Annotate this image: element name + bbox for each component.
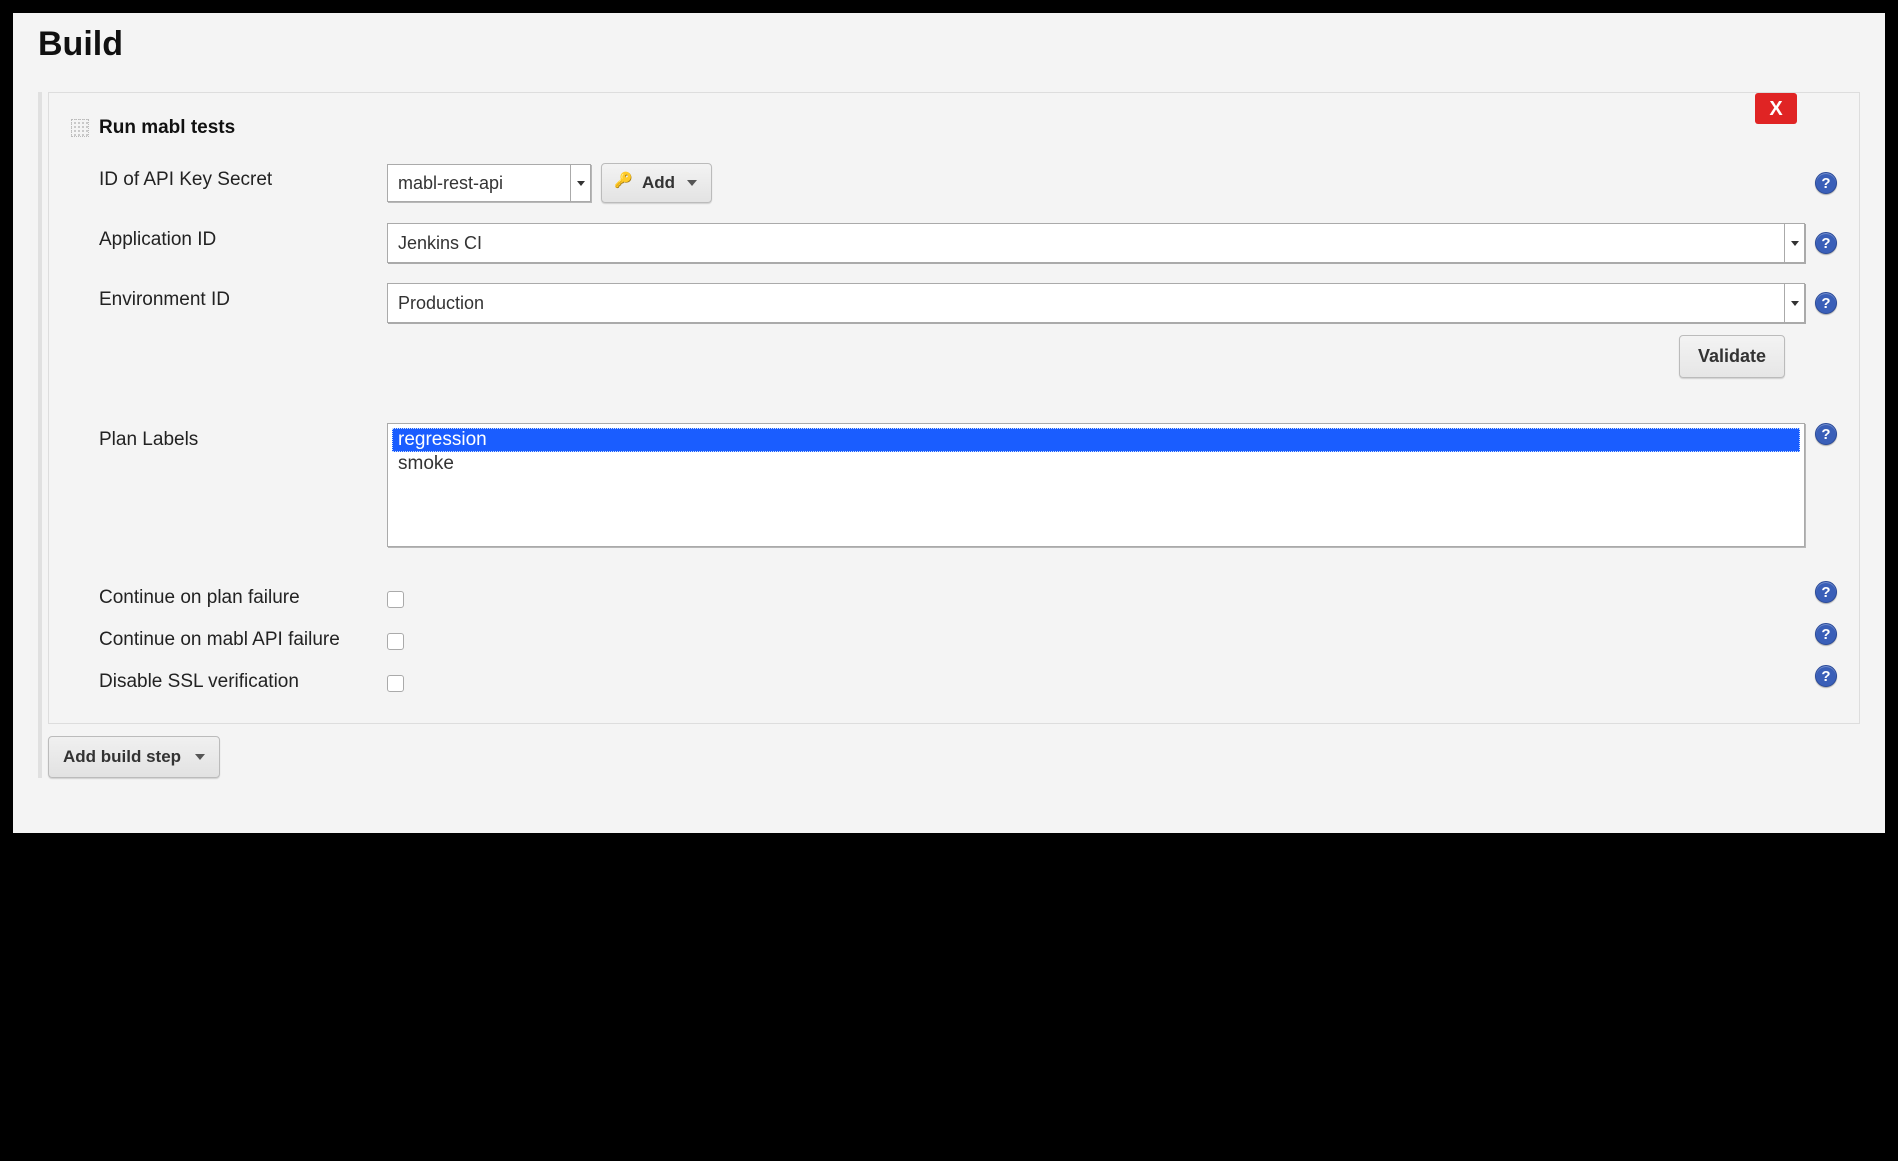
section-title: Build — [38, 25, 1860, 64]
add-credentials-button[interactable]: Add — [601, 163, 712, 203]
chevron-down-icon — [195, 754, 205, 760]
row-application-id: Application ID Jenkins CI ? — [71, 223, 1837, 263]
help-icon[interactable]: ? — [1815, 665, 1837, 687]
row-api-key: ID of API Key Secret mabl-rest-api Add ? — [71, 163, 1837, 203]
chevron-down-icon — [570, 165, 590, 201]
build-config-page: Build X Run mabl tests ID of API Key Sec… — [13, 13, 1885, 833]
chevron-down-icon — [687, 180, 697, 186]
continue-api-failure-checkbox[interactable] — [387, 633, 404, 650]
key-icon — [616, 177, 634, 189]
label-disable-ssl: Disable SSL verification — [99, 665, 387, 693]
help-icon[interactable]: ? — [1815, 423, 1837, 445]
api-key-value: mabl-rest-api — [398, 173, 503, 194]
listbox-option-smoke[interactable]: smoke — [392, 452, 1800, 476]
environment-id-value: Production — [398, 293, 484, 314]
disable-ssl-checkbox[interactable] — [387, 675, 404, 692]
label-api-key: ID of API Key Secret — [99, 163, 387, 191]
continue-plan-failure-checkbox[interactable] — [387, 591, 404, 608]
step-title: Run mabl tests — [99, 117, 235, 139]
close-step-button[interactable]: X — [1755, 93, 1797, 124]
config-area: X Run mabl tests ID of API Key Secret ma… — [38, 92, 1860, 778]
help-icon[interactable]: ? — [1815, 232, 1837, 254]
step-header: Run mabl tests — [71, 117, 1837, 139]
row-plan-labels: Plan Labels regression smoke ? — [71, 423, 1837, 547]
add-build-step-label: Add build step — [63, 747, 181, 767]
row-continue-api-failure: Continue on mabl API failure ? — [71, 623, 1837, 651]
help-icon[interactable]: ? — [1815, 292, 1837, 314]
add-credentials-label: Add — [642, 173, 675, 193]
label-environment-id: Environment ID — [99, 283, 387, 311]
build-step-box: X Run mabl tests ID of API Key Secret ma… — [48, 92, 1860, 724]
plan-labels-listbox[interactable]: regression smoke — [387, 423, 1805, 547]
label-plan-labels: Plan Labels — [99, 423, 387, 451]
help-icon[interactable]: ? — [1815, 623, 1837, 645]
environment-id-select[interactable]: Production — [387, 283, 1805, 323]
label-application-id: Application ID — [99, 223, 387, 251]
api-key-select[interactable]: mabl-rest-api — [387, 164, 591, 202]
row-environment-id: Environment ID Production ? — [71, 283, 1837, 323]
drag-handle-icon[interactable] — [71, 119, 89, 137]
label-continue-api-failure: Continue on mabl API failure — [99, 623, 387, 651]
add-build-step-button[interactable]: Add build step — [48, 736, 220, 778]
row-continue-plan-failure: Continue on plan failure ? — [71, 581, 1837, 609]
listbox-option-regression[interactable]: regression — [392, 428, 1800, 452]
validate-button[interactable]: Validate — [1679, 335, 1785, 378]
help-icon[interactable]: ? — [1815, 172, 1837, 194]
application-id-value: Jenkins CI — [398, 233, 482, 254]
application-id-select[interactable]: Jenkins CI — [387, 223, 1805, 263]
row-disable-ssl: Disable SSL verification ? — [71, 665, 1837, 693]
chevron-down-icon — [1784, 284, 1804, 322]
help-icon[interactable]: ? — [1815, 581, 1837, 603]
label-continue-plan-failure: Continue on plan failure — [99, 581, 387, 609]
chevron-down-icon — [1784, 224, 1804, 262]
validate-row: Validate — [71, 335, 1837, 378]
